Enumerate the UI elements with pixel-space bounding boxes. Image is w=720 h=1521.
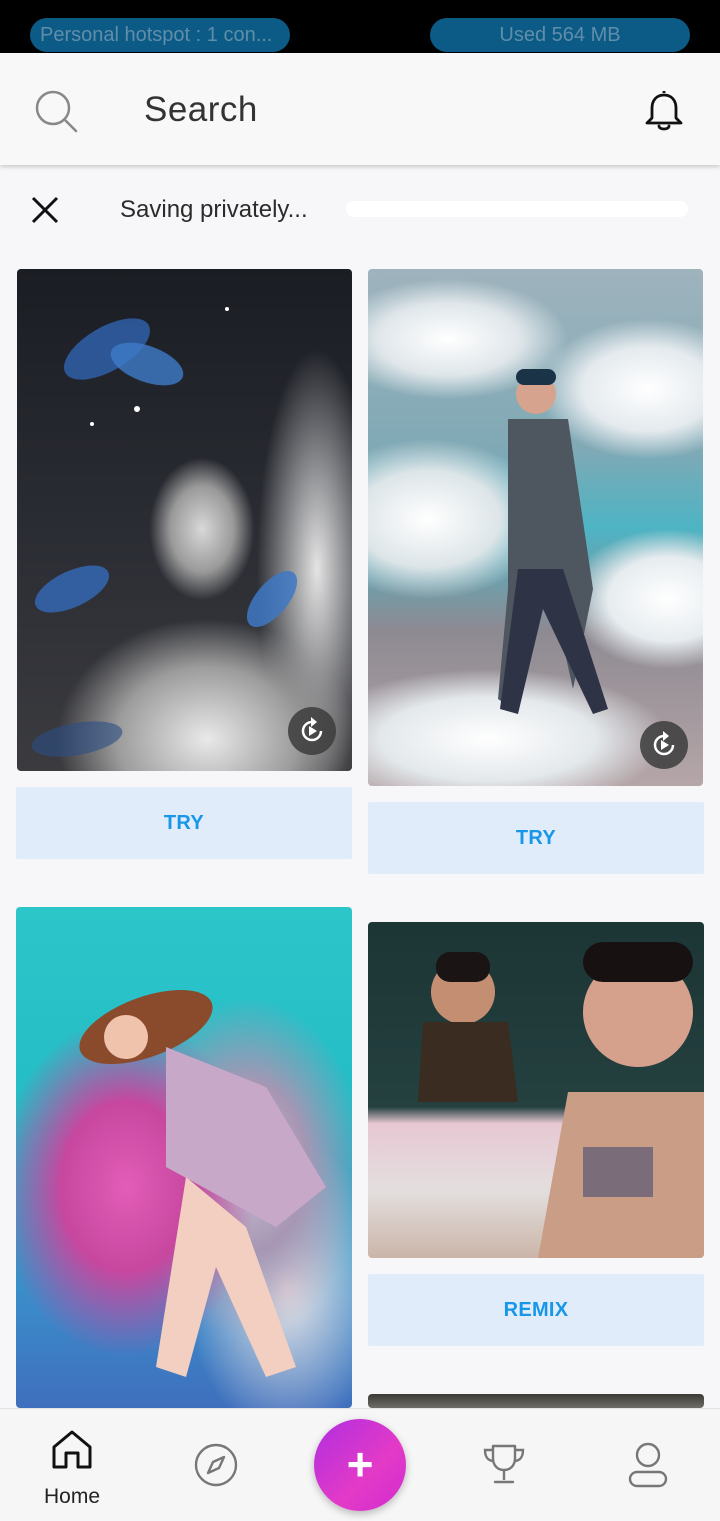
trophy-icon (483, 1444, 525, 1484)
saving-status-text: Saving privately... (120, 196, 308, 223)
add-icon: + (346, 1438, 374, 1490)
nav-home[interactable]: Home (0, 1409, 144, 1521)
close-icon[interactable] (30, 195, 60, 225)
saving-progress-row: Saving privately... (0, 185, 720, 235)
hotspot-indicator[interactable]: Personal hotspot : 1 con... (30, 18, 290, 52)
top-search-bar: Search (0, 53, 720, 165)
search-icon[interactable] (34, 89, 78, 133)
nav-home-label: Home (44, 1485, 101, 1508)
search-input[interactable]: Search (144, 90, 258, 130)
butterfly-decoration (31, 307, 298, 757)
home-icon (52, 1430, 92, 1469)
replay-icon[interactable] (288, 707, 336, 755)
data-usage-indicator: Used 564 MB (430, 18, 690, 52)
explore-icon (194, 1443, 238, 1487)
profile-icon (628, 1442, 668, 1488)
person-figure (418, 942, 704, 1258)
feed-image-clouds-man[interactable] (368, 269, 703, 786)
feed-image-butterfly-portrait[interactable] (17, 269, 352, 771)
person-figure (79, 990, 326, 1377)
bottom-navigation: Home + (0, 1408, 720, 1520)
nav-profile[interactable] (576, 1409, 720, 1521)
try-button[interactable]: TRY (368, 802, 704, 874)
try-button[interactable]: TRY (16, 787, 352, 859)
bell-icon[interactable] (640, 87, 688, 135)
replay-icon[interactable] (640, 721, 688, 769)
status-bar: Personal hotspot : 1 con... Used 564 MB (0, 0, 720, 53)
saving-progress-bar (346, 201, 688, 217)
add-button[interactable]: + (314, 1419, 406, 1511)
nav-challenges[interactable] (432, 1409, 576, 1521)
feed-image-pink-teal[interactable] (16, 907, 352, 1408)
nav-explore[interactable] (144, 1409, 288, 1521)
feed-image-mirror-women[interactable] (368, 922, 704, 1258)
person-figure (498, 369, 608, 714)
remix-button[interactable]: REMIX (368, 1274, 704, 1346)
feed-image-partial[interactable] (368, 1394, 704, 1408)
